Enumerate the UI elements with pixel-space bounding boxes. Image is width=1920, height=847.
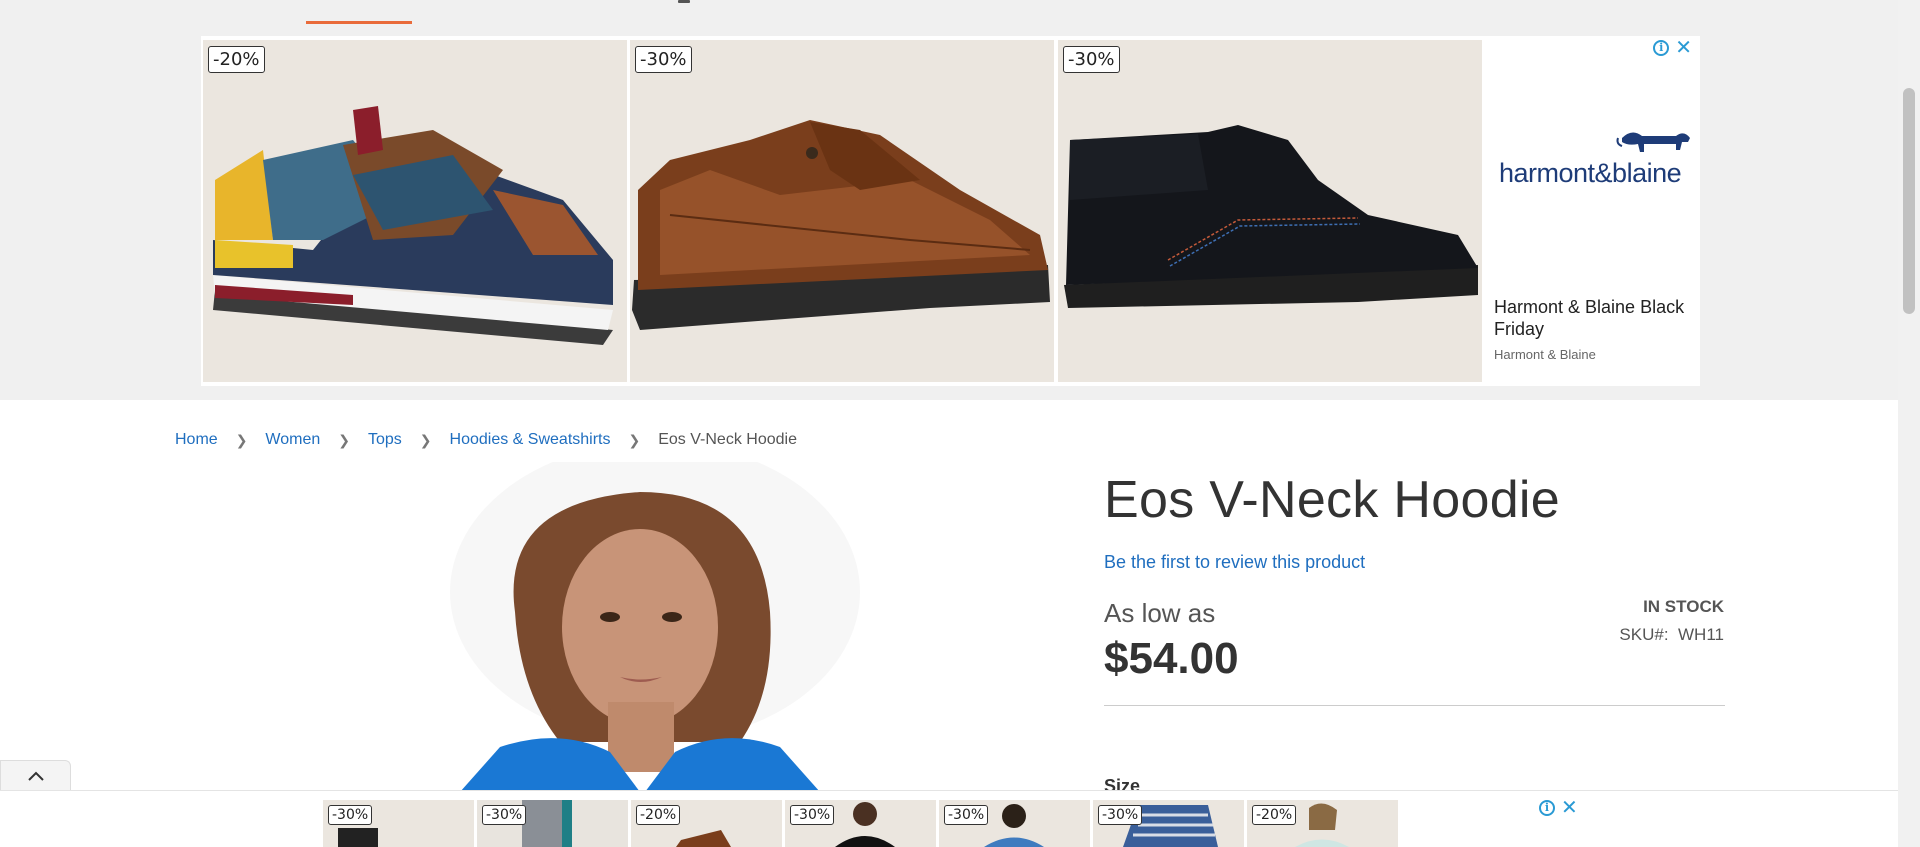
sku-label: SKU#: [1619,625,1669,644]
ad-product-card[interactable]: -20% [203,40,627,382]
discount-badge: -30% [328,805,373,825]
discount-badge: -30% [1063,46,1120,73]
chevron-right-icon: ❯ [235,431,248,448]
price-prefix: As low as [1104,598,1216,628]
sneaker-image [203,40,627,382]
divider [1104,705,1725,706]
ad-product-card[interactable]: -30% [630,40,1054,382]
discount-badge: -30% [944,805,989,825]
discount-badge: -20% [636,805,681,825]
product-main-image[interactable] [440,462,860,792]
breadcrumb-women[interactable]: Women [265,431,320,449]
ad-thumb[interactable]: -20% [1247,800,1398,847]
page-scrollbar[interactable] [1898,0,1920,847]
breadcrumb-home[interactable]: Home [175,431,218,449]
chevron-right-icon: ❯ [419,431,432,448]
info-icon[interactable]: i [1539,800,1555,816]
active-nav-underline [306,21,412,24]
ad-product-card[interactable]: -30% [1058,40,1482,382]
chevron-right-icon: ❯ [338,431,350,448]
ad-thumb[interactable]: -30% [1093,800,1244,847]
sku: SKU#: WH11 [1619,625,1724,645]
close-icon[interactable]: ✕ [1561,798,1578,818]
brand-logo-text: harmont&blaine [1499,158,1682,188]
back-to-top-button[interactable] [0,760,71,791]
ad-advertiser: Harmont & Blaine [1494,347,1596,362]
discount-badge: -20% [208,46,265,73]
ad-brand-panel[interactable]: i ✕ harmont&blaine Harmont & Blaine Blac… [1487,36,1700,386]
breadcrumb-tops[interactable]: Tops [368,431,402,449]
suede-boot-image [1058,40,1482,382]
leather-shoe-image [630,40,1054,382]
discount-badge: -30% [1098,805,1143,825]
product-price: $54.00 [1104,634,1239,683]
discount-badge: -30% [790,805,835,825]
discount-badge: -30% [482,805,527,825]
ad-headline[interactable]: Harmont & Blaine Black Friday [1494,296,1694,340]
discount-badge: -20% [1252,805,1297,825]
chevron-right-icon: ❯ [628,431,641,448]
ad-thumb[interactable]: -30% [785,800,936,847]
bottom-ad-choices: i ✕ [1539,798,1578,818]
sku-value: WH11 [1678,625,1724,644]
ad-thumb[interactable]: -30% [939,800,1090,847]
chevron-up-icon [27,771,44,781]
bottom-ad-strip[interactable]: -30% -30% -20% -30% -30% -30% -20% [323,800,1398,847]
breadcrumb-hoodies[interactable]: Hoodies & Sweatshirts [450,431,611,449]
dachshund-logo-icon [1616,132,1690,152]
breadcrumb-current: Eos V-Neck Hoodie [658,431,797,448]
info-icon[interactable]: i [1653,40,1670,56]
ad-choices: i ✕ [1653,38,1692,58]
discount-badge: -30% [635,46,692,73]
stock-status: IN STOCK [1643,597,1724,616]
ad-thumb[interactable]: -30% [477,800,628,847]
close-icon[interactable]: ✕ [1675,38,1692,58]
ad-thumb[interactable]: -30% [323,800,474,847]
breadcrumb: Home ❯ Women ❯ Tops ❯ Hoodies & Sweatshi… [175,431,797,449]
product-title: Eos V-Neck Hoodie [1104,471,1560,529]
top-banner-ad[interactable]: -20% -30% -30% i ✕ harmont&blaine Harmon… [201,36,1700,386]
ad-thumb[interactable]: -20% [631,800,782,847]
top-ad-band: -20% -30% -30% i ✕ harmont&blaine Harmon… [0,0,1898,400]
scrollbar-thumb[interactable] [1903,88,1915,314]
nav-partial-text [678,0,690,3]
model-photo [450,462,860,792]
review-link[interactable]: Be the first to review this product [1104,552,1365,573]
